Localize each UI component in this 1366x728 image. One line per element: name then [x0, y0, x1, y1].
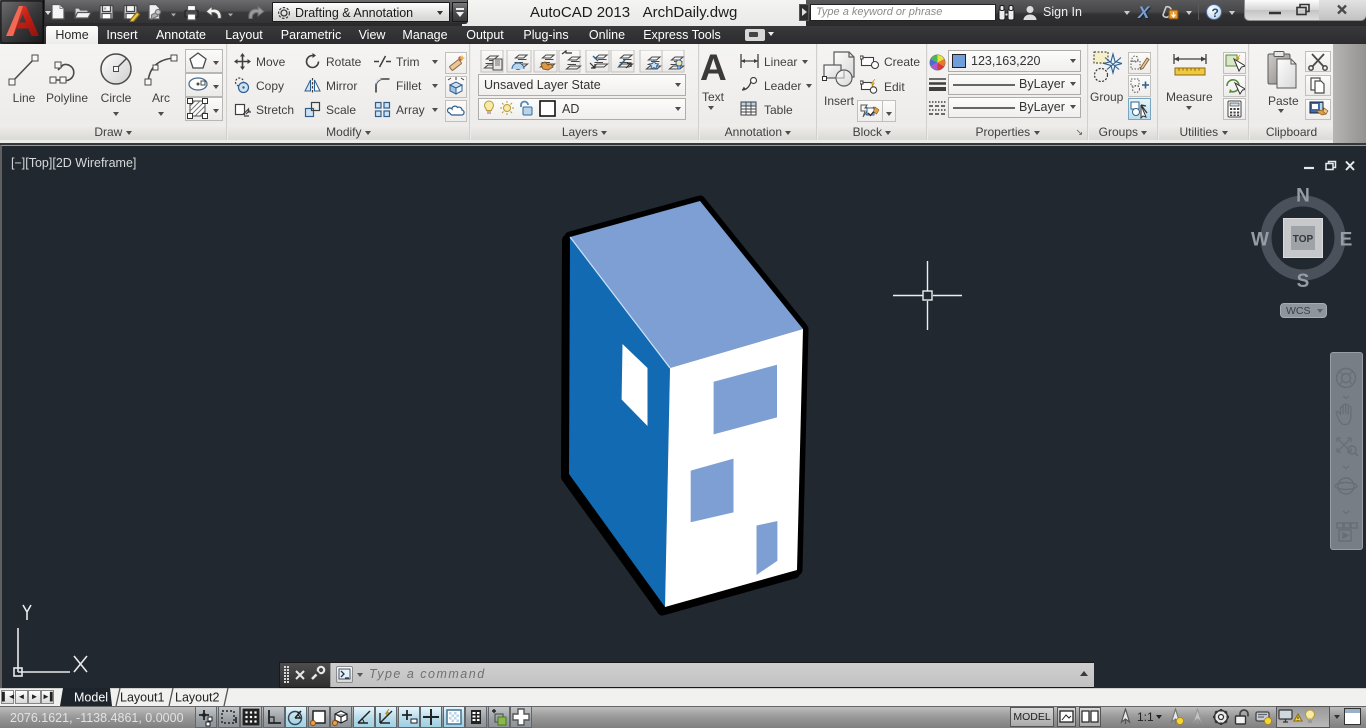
svg-text:TOP: TOP: [1293, 234, 1314, 245]
svg-text:Layout2: Layout2: [175, 691, 220, 705]
svg-text:Layout1: Layout1: [120, 691, 165, 705]
svg-text:E: E: [1340, 230, 1353, 251]
svg-text:W: W: [1251, 230, 1269, 251]
svg-text:AD: AD: [562, 102, 579, 116]
svg-text:N: N: [1296, 187, 1310, 207]
svg-text:S: S: [1297, 271, 1310, 289]
svg-text:Model: Model: [74, 691, 108, 705]
